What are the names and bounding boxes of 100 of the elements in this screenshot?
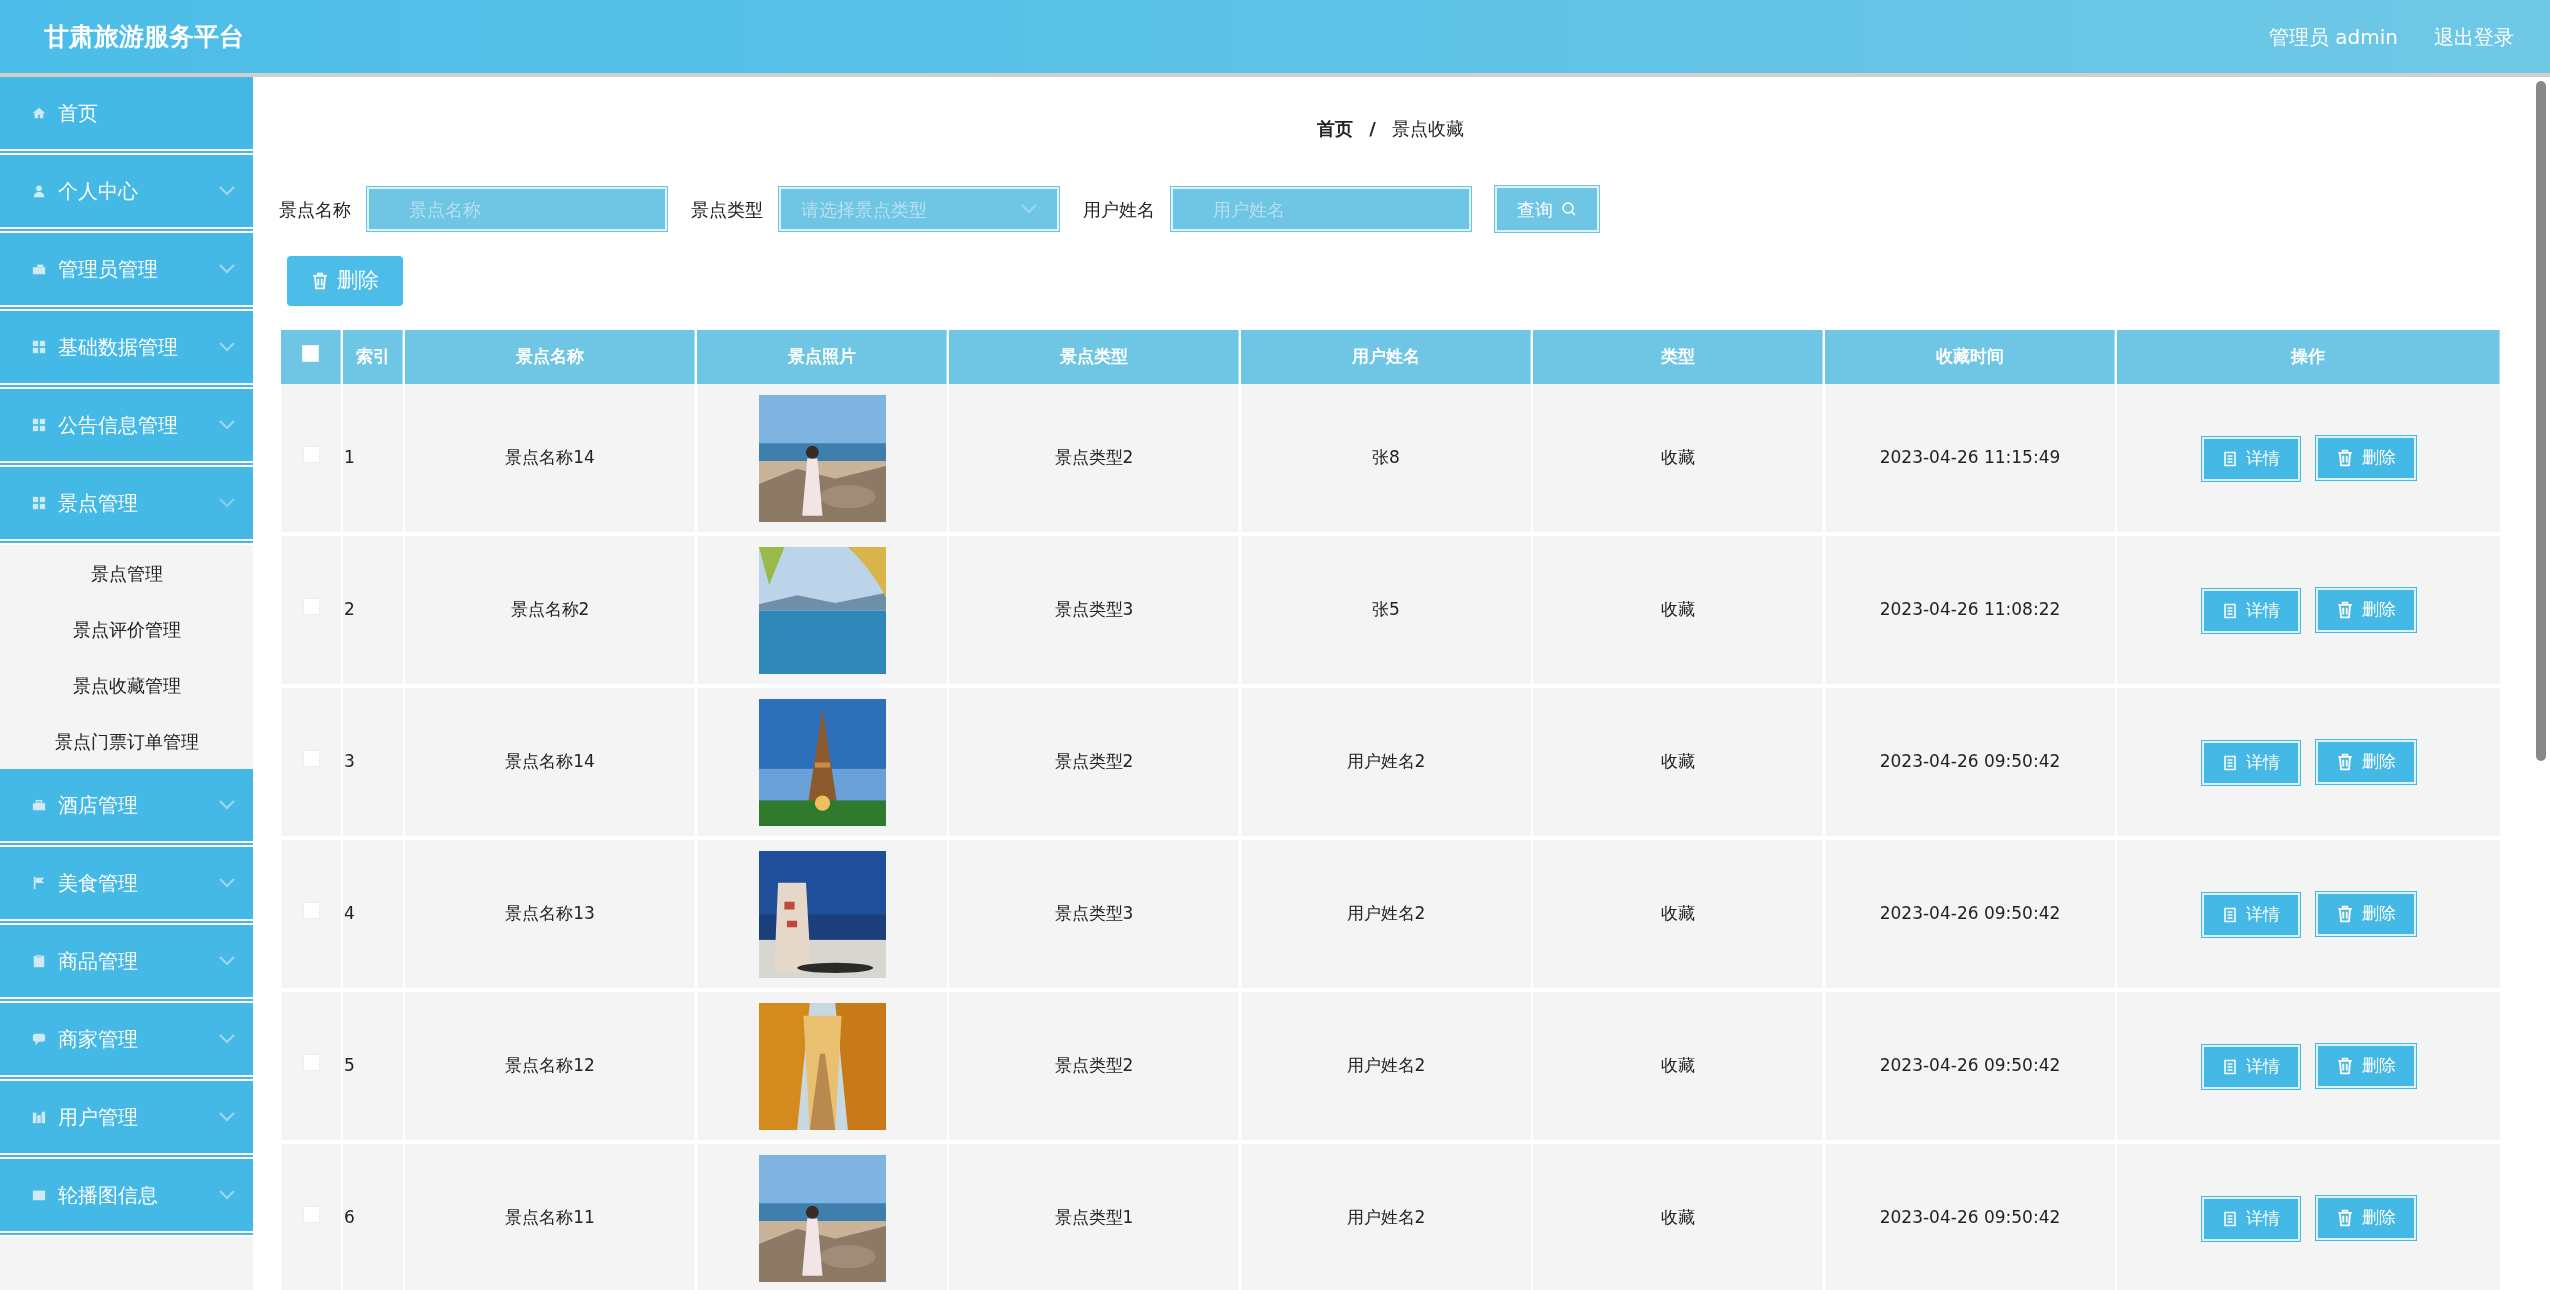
table-cell: 景点名称2 [510, 599, 590, 620]
sidebar-item[interactable]: 轮播图信息 [0, 1159, 253, 1237]
filter-label: 景点类型 [691, 197, 763, 222]
chat-icon [32, 1032, 46, 1046]
details-button[interactable]: 详情 [2201, 892, 2300, 937]
table-cell: 景点名称11 [505, 1207, 595, 1228]
table-cell: 3 [344, 751, 355, 772]
delete-button[interactable]: 删除 [287, 256, 403, 306]
column-header: 索引 [343, 330, 403, 384]
column-header: 景点照片 [697, 330, 947, 384]
table-cell: 2023-04-26 11:08:22 [1879, 599, 2061, 620]
image-icon [32, 1188, 46, 1202]
sidebar-item[interactable]: 管理员管理 [0, 233, 253, 311]
sidebar-item[interactable]: 用户管理 [0, 1081, 253, 1159]
column-header: 景点名称 [405, 330, 695, 384]
delete-button[interactable]: 删除 [2315, 587, 2416, 632]
breadcrumb-link[interactable]: 首页 [1317, 115, 1354, 142]
trash-icon [2335, 1208, 2354, 1227]
table-cell: 用户姓名2 [1346, 1055, 1426, 1076]
table-cell: 2 [344, 599, 355, 620]
sidebar-item[interactable]: 公告信息管理 [0, 389, 253, 467]
trash-icon [2335, 600, 2354, 619]
details-button[interactable]: 详情 [2201, 740, 2300, 785]
breadcrumb-separator: / [1369, 117, 1376, 141]
person-icon [32, 184, 46, 198]
select-all-checkbox[interactable] [302, 345, 319, 363]
search-button[interactable]: 查询 [1495, 186, 1599, 232]
chevron-down-icon [219, 264, 235, 274]
app-title: 甘肃旅游服务平台 [44, 20, 244, 53]
user-label: 管理员 admin [2268, 23, 2398, 51]
delete-button[interactable]: 删除 [2315, 1195, 2416, 1240]
document-icon [2221, 602, 2238, 619]
table-cell: 4 [344, 903, 355, 924]
table-cell: 2023-04-26 11:15:49 [1879, 447, 2061, 468]
details-button[interactable]: 详情 [2201, 1044, 2300, 1089]
document-icon [2221, 450, 2238, 467]
chevron-down-icon [219, 342, 235, 352]
grid-icon [32, 496, 46, 510]
table-cell: 景点类型3 [1054, 903, 1134, 924]
table-cell: 景点名称14 [505, 751, 595, 772]
table-cell: 2023-04-26 09:50:42 [1879, 903, 2061, 924]
chevron-down-icon [219, 956, 235, 966]
column-header: 类型 [1533, 330, 1823, 384]
sidebar-item[interactable]: 景点管理 [0, 467, 253, 545]
chevron-down-icon [219, 878, 235, 888]
sidebar-item[interactable]: 商家管理 [0, 1003, 253, 1081]
scrollbar[interactable] [2536, 81, 2546, 761]
search-icon [1561, 201, 1577, 217]
details-button[interactable]: 详情 [2201, 436, 2300, 481]
sidebar-item[interactable]: 美食管理 [0, 847, 253, 925]
table-cell: 张5 [1372, 599, 1400, 620]
delete-button[interactable]: 删除 [2315, 1043, 2416, 1088]
input-field[interactable]: 用户姓名 [1171, 187, 1471, 231]
table-cell: 用户姓名2 [1346, 903, 1426, 924]
chart-icon [32, 1110, 46, 1124]
document-icon [2221, 754, 2238, 771]
select-field[interactable]: 请选择景点类型 [779, 187, 1059, 231]
chevron-down-icon [1021, 204, 1037, 214]
chevron-down-icon [219, 420, 235, 430]
document-icon [2221, 906, 2238, 923]
table-cell: 收藏 [1661, 903, 1695, 924]
clipboard-icon [32, 954, 46, 968]
table-cell: 收藏 [1661, 751, 1695, 772]
column-header: 操作 [2117, 330, 2500, 384]
delete-button[interactable]: 删除 [2315, 435, 2416, 480]
table-cell: 景点名称14 [505, 447, 595, 468]
trash-icon [2335, 448, 2354, 467]
flag-icon [32, 876, 46, 890]
details-button[interactable]: 详情 [2201, 588, 2300, 633]
table-cell: 景点类型2 [1054, 751, 1134, 772]
delete-button[interactable]: 删除 [2315, 891, 2416, 936]
logout-link[interactable]: 退出登录 [2434, 21, 2514, 52]
table-cell: 2023-04-26 09:50:42 [1879, 1207, 2061, 1228]
chevron-down-icon [219, 1190, 235, 1200]
breadcrumb-current: 景点收藏 [1391, 117, 1464, 141]
sidebar-item[interactable]: 个人中心 [0, 155, 253, 233]
filter-label: 用户姓名 [1083, 197, 1155, 222]
column-header: 收藏时间 [1825, 330, 2115, 384]
sidebar-item[interactable]: 基础数据管理 [0, 311, 253, 389]
chevron-down-icon [219, 186, 235, 196]
filter-label: 景点名称 [279, 197, 351, 222]
table-cell: 2023-04-26 09:50:42 [1879, 1055, 2061, 1076]
sidebar-item[interactable]: 商品管理 [0, 925, 253, 1003]
input-field[interactable]: 景点名称 [367, 187, 667, 231]
document-icon [2221, 1058, 2238, 1075]
table-cell: 5 [344, 1055, 355, 1076]
trash-icon [2335, 1056, 2354, 1075]
delete-button[interactable]: 删除 [2315, 739, 2416, 784]
details-button[interactable]: 详情 [2201, 1196, 2300, 1241]
table-cell: 景点类型3 [1054, 599, 1134, 620]
trash-icon [311, 272, 329, 290]
sidebar-item[interactable]: 酒店管理 [0, 769, 253, 847]
table-cell: 收藏 [1661, 1207, 1695, 1228]
chevron-down-icon [219, 498, 235, 508]
sidebar-item[interactable]: 首页 [0, 77, 253, 155]
column-header: 景点类型 [949, 330, 1239, 384]
table-cell: 1 [344, 447, 355, 468]
table-cell: 收藏 [1661, 599, 1695, 620]
briefcase-icon [32, 798, 46, 812]
table-cell: 2023-04-26 09:50:42 [1879, 751, 2061, 772]
